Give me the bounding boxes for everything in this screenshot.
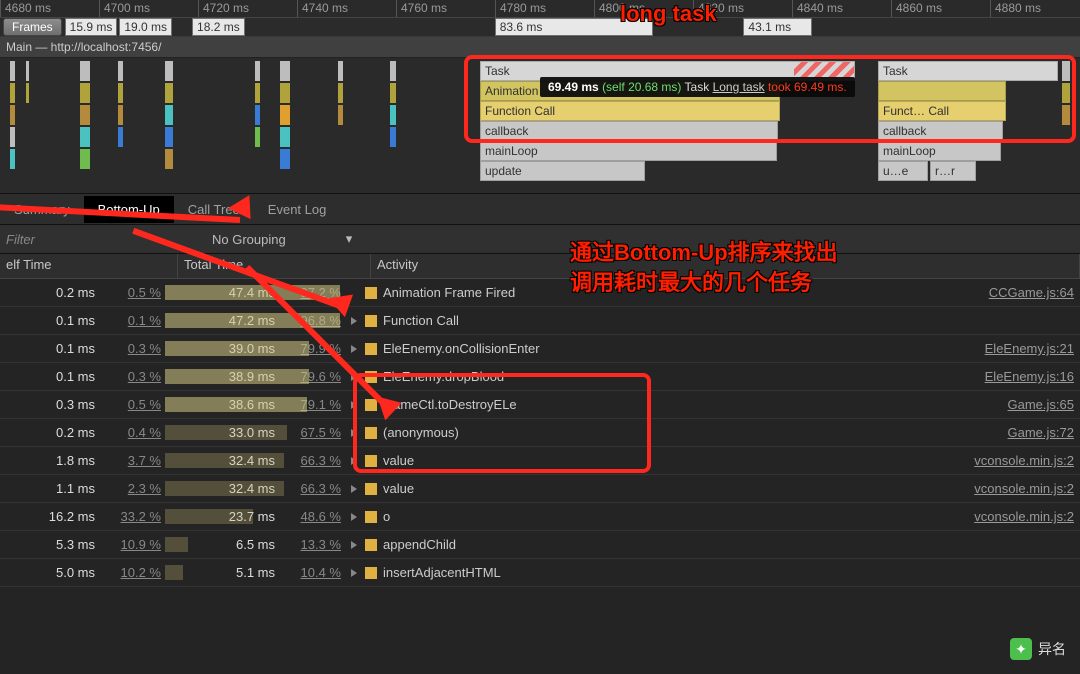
arrowhead-icon — [215, 195, 250, 221]
table-row[interactable]: 0.1 ms0.3 %39.0 ms79.9 %EleEnemy.onColli… — [0, 335, 1080, 363]
table-row[interactable]: 0.1 ms0.3 %38.9 ms79.6 %EleEnemy.dropBlo… — [0, 363, 1080, 391]
source-link[interactable]: Game.js:72 — [1008, 425, 1080, 440]
frame-time[interactable]: 43.1 ms — [743, 18, 812, 36]
activity-name: value — [383, 481, 414, 496]
chevron-down-icon: ▾ — [346, 231, 353, 247]
col-self-time[interactable]: elf Time — [0, 254, 178, 278]
activity-name: GameCtl.toDestroyELe — [383, 397, 517, 412]
table-row[interactable]: 0.1 ms0.1 %47.2 ms96.8 %Function Call — [0, 307, 1080, 335]
activity-color-icon — [365, 343, 377, 355]
expand-icon[interactable] — [351, 401, 357, 409]
expand-icon[interactable] — [351, 317, 357, 325]
perf-tooltip: 69.49 ms (self 20.68 ms) Task Long task … — [540, 77, 855, 97]
ruler-tick: 4700 ms — [99, 0, 198, 17]
call-stack[interactable]: Task Funct… Call callback mainLoop u…er…… — [878, 61, 1058, 181]
activity-name: insertAdjacentHTML — [383, 565, 501, 580]
performance-panel: 4680 ms4700 ms4720 ms4740 ms4760 ms4780 … — [0, 0, 1080, 674]
ruler-tick: 4740 ms — [297, 0, 396, 17]
activity-name: appendChild — [383, 537, 456, 552]
function-call-row[interactable]: Function Call — [480, 101, 780, 121]
table-header: elf Time Total Time Activity — [0, 254, 1080, 279]
callback-row[interactable]: callback — [878, 121, 1003, 141]
expand-icon[interactable] — [351, 569, 357, 577]
mainloop-row[interactable]: mainLoop — [878, 141, 1001, 161]
activity-color-icon — [365, 287, 377, 299]
expand-icon[interactable] — [351, 541, 357, 549]
expand-icon[interactable] — [351, 513, 357, 521]
watermark: ✦ 异名 — [1010, 638, 1066, 660]
source-link[interactable]: vconsole.min.js:2 — [974, 453, 1080, 468]
expand-icon[interactable] — [351, 485, 357, 493]
ruler-tick: 4860 ms — [891, 0, 990, 17]
source-link[interactable]: EleEnemy.js:16 — [985, 369, 1080, 384]
frame-time[interactable]: 18.2 ms — [192, 18, 245, 36]
activity-color-icon — [365, 455, 377, 467]
update-row[interactable]: update — [480, 161, 645, 181]
activity-name: value — [383, 453, 414, 468]
grouping-select[interactable]: No Grouping ▾ — [202, 228, 362, 250]
ruler-tick: 4760 ms — [396, 0, 495, 17]
table-row[interactable]: 1.1 ms2.3 %32.4 ms66.3 %valuevconsole.mi… — [0, 475, 1080, 503]
activity-name: EleEnemy.onCollisionEnter — [383, 341, 540, 356]
table-row[interactable]: 0.2 ms0.4 %33.0 ms67.5 %(anonymous)Game.… — [0, 419, 1080, 447]
detail-tabs: Summary Bottom-Up Call Tree Event Log — [0, 194, 1080, 225]
frame-time[interactable]: 15.9 ms — [65, 18, 118, 36]
animation-row[interactable] — [878, 81, 1006, 101]
function-call-row[interactable]: Funct… Call — [878, 101, 1006, 121]
activity-color-icon — [365, 567, 377, 579]
activity-name: Animation Frame Fired — [383, 285, 515, 300]
frame-time[interactable]: 19.0 ms — [119, 18, 172, 36]
activity-color-icon — [365, 511, 377, 523]
table-row[interactable]: 16.2 ms33.2 %23.7 ms48.6 %ovconsole.min.… — [0, 503, 1080, 531]
table-row[interactable]: 0.3 ms0.5 %38.6 ms79.1 %GameCtl.toDestro… — [0, 391, 1080, 419]
task-row[interactable]: Task — [878, 61, 1058, 81]
frames-label[interactable]: Frames — [3, 18, 62, 36]
table-row[interactable]: 5.3 ms10.9 %6.5 ms13.3 %appendChild — [0, 531, 1080, 559]
activity-name: Function Call — [383, 313, 459, 328]
source-link[interactable]: CCGame.js:64 — [989, 285, 1080, 300]
wechat-icon: ✦ — [1010, 638, 1032, 660]
annotation-text: 通过Bottom-Up排序来找出 调用耗时最大的几个任务 — [570, 238, 838, 297]
activity-color-icon — [365, 427, 377, 439]
flame-chart[interactable]: Task Animation Function Call callback ma… — [0, 58, 1080, 194]
source-link[interactable]: vconsole.min.js:2 — [974, 509, 1080, 524]
ruler-tick: 4680 ms — [0, 0, 99, 17]
table-row[interactable]: 5.0 ms10.2 %5.1 ms10.4 %insertAdjacentHT… — [0, 559, 1080, 587]
activity-color-icon — [365, 539, 377, 551]
ruler-tick: 4880 ms — [990, 0, 1080, 17]
activity-table[interactable]: 0.2 ms0.5 %47.4 ms97.2 %Animation Frame … — [0, 279, 1080, 587]
mainloop-row[interactable]: mainLoop — [480, 141, 777, 161]
ruler-tick: 4720 ms — [198, 0, 297, 17]
activity-name: o — [383, 509, 390, 524]
activity-name: (anonymous) — [383, 425, 459, 440]
time-ruler[interactable]: 4680 ms4700 ms4720 ms4740 ms4760 ms4780 … — [0, 0, 1080, 18]
ruler-tick: 4840 ms — [792, 0, 891, 17]
table-row[interactable]: 0.2 ms0.5 %47.4 ms97.2 %Animation Frame … — [0, 279, 1080, 307]
source-link[interactable]: vconsole.min.js:2 — [974, 481, 1080, 496]
expand-icon[interactable] — [351, 429, 357, 437]
activity-name: EleEnemy.dropBlood — [383, 369, 504, 384]
activity-color-icon — [365, 483, 377, 495]
main-thread-header[interactable]: Main — http://localhost:7456/ — [0, 37, 1080, 58]
expand-icon[interactable] — [351, 457, 357, 465]
callback-row[interactable]: callback — [480, 121, 778, 141]
source-link[interactable]: Game.js:65 — [1008, 397, 1080, 412]
table-row[interactable]: 1.8 ms3.7 %32.4 ms66.3 %valuevconsole.mi… — [0, 447, 1080, 475]
tab-event-log[interactable]: Event Log — [254, 196, 341, 223]
frames-lane[interactable]: Frames 15.9 ms 19.0 ms 18.2 ms 83.6 ms 4… — [0, 18, 1080, 37]
ruler-tick: 4780 ms — [495, 0, 594, 17]
expand-icon[interactable] — [351, 345, 357, 353]
activity-color-icon — [365, 315, 377, 327]
annotation-long-task: long task — [620, 0, 717, 29]
source-link[interactable]: EleEnemy.js:21 — [985, 341, 1080, 356]
